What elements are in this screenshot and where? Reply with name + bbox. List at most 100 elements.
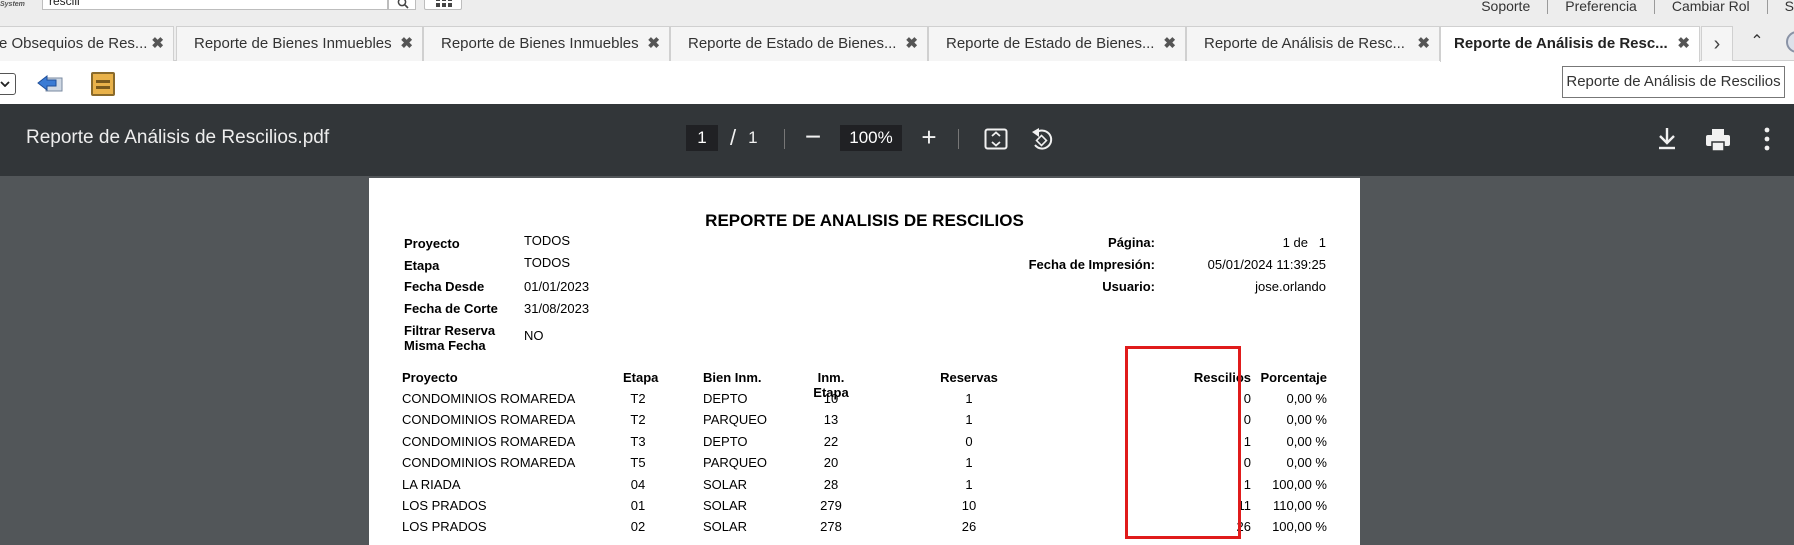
cell-proyecto: LOS PRADOS bbox=[402, 498, 487, 513]
top-links: Soporte Preferencia Cambiar Rol S bbox=[1464, 0, 1794, 14]
cell-reservas: 26 bbox=[961, 519, 977, 534]
more-options-icon[interactable] bbox=[1760, 126, 1774, 152]
tab-bar: e Obsequios de Res... ✖ Reporte de Biene… bbox=[0, 22, 1794, 62]
page-separator: / bbox=[730, 125, 737, 150]
tab-obsequios[interactable]: e Obsequios de Res... ✖ bbox=[0, 26, 174, 61]
header-label-pagina: Página: bbox=[1108, 235, 1155, 250]
user-avatar[interactable] bbox=[1786, 31, 1794, 53]
page-number-input[interactable]: 1 bbox=[686, 125, 718, 151]
cell-reservas: 1 bbox=[965, 412, 973, 427]
pdf-canvas-area[interactable]: REPORTE DE ANALISIS DE RESCILIOS Proyect… bbox=[0, 176, 1794, 545]
header-label-fecha-impresion: Fecha de Impresión: bbox=[1028, 257, 1155, 272]
tab-bienes-inmuebles-1[interactable]: Reporte de Bienes Inmuebles ✖ bbox=[176, 26, 423, 61]
tab-estado-bienes-1[interactable]: Reporte de Estado de Bienes... ✖ bbox=[670, 26, 928, 61]
grid-icon bbox=[436, 0, 452, 7]
cell-bien: PARQUEO bbox=[703, 412, 768, 427]
cell-porcentaje: 0,00 % bbox=[1286, 455, 1327, 470]
link-soporte[interactable]: Soporte bbox=[1464, 0, 1547, 14]
download-icon[interactable] bbox=[1656, 126, 1678, 152]
column-header-etapa: Etapa bbox=[623, 370, 659, 385]
column-header-porcentaje: Porcentaje bbox=[1260, 370, 1327, 385]
cell-bien: SOLAR bbox=[703, 519, 748, 534]
header-value-fecha-impresion: 05/01/2024 11:39:25 bbox=[1207, 257, 1326, 272]
search-icon bbox=[397, 0, 409, 9]
header-label-fecha-corte: Fecha de Corte bbox=[404, 301, 498, 316]
close-icon[interactable]: ✖ bbox=[1417, 27, 1430, 61]
header-value-usuario: jose.orlando bbox=[1255, 279, 1326, 294]
cell-reservas: 0 bbox=[965, 434, 973, 449]
header-value-filtrar-reserva: NO bbox=[524, 328, 544, 343]
link-preferencia[interactable]: Preferencia bbox=[1547, 0, 1654, 14]
zoom-in-button[interactable]: + bbox=[918, 122, 940, 152]
zoom-level-input[interactable]: 100% bbox=[840, 125, 902, 151]
close-icon[interactable]: ✖ bbox=[905, 27, 918, 61]
header-value-fecha-corte: 31/08/2023 bbox=[524, 301, 590, 316]
app-logo[interactable]: System bbox=[0, 0, 36, 10]
rotate-icon[interactable] bbox=[1030, 126, 1054, 152]
tab-label: Reporte de Análisis de Resc... bbox=[1454, 35, 1668, 52]
cell-inm-etapa: 13 bbox=[823, 412, 839, 427]
column-header-proyecto: Proyecto bbox=[402, 370, 458, 385]
tab-label: Reporte de Bienes Inmuebles bbox=[441, 35, 639, 52]
search-button[interactable] bbox=[388, 0, 416, 10]
tab-tooltip: Reporte de Análisis de Rescilios bbox=[1562, 66, 1785, 98]
cell-reservas: 10 bbox=[961, 498, 977, 513]
header-value-proyecto: TODOS bbox=[524, 233, 570, 248]
cell-porcentaje: 0,00 % bbox=[1286, 391, 1327, 406]
report-title: REPORTE DE ANALISIS DE RESCILIOS bbox=[705, 211, 1024, 230]
header-label-fecha-desde: Fecha Desde bbox=[404, 279, 485, 294]
chevron-down-icon bbox=[0, 81, 10, 87]
cell-porcentaje: 0,00 % bbox=[1286, 412, 1327, 427]
collapse-tabs-button[interactable]: ⌃ bbox=[1745, 30, 1769, 54]
cell-etapa: T3 bbox=[630, 434, 646, 449]
cell-reservas: 1 bbox=[965, 455, 973, 470]
tab-analisis-rescilios-active[interactable]: Reporte de Análisis de Resc... ✖ bbox=[1440, 26, 1700, 62]
tab-label: Reporte de Análisis de Resc... bbox=[1204, 35, 1405, 52]
cell-etapa: 02 bbox=[630, 519, 646, 534]
tab-bienes-inmuebles-2[interactable]: Reporte de Bienes Inmuebles ✖ bbox=[423, 26, 670, 61]
close-icon[interactable]: ✖ bbox=[1677, 27, 1690, 61]
cell-proyecto: LA RIADA bbox=[402, 477, 461, 492]
header-value-pagina: 1 de 1 bbox=[1282, 235, 1326, 250]
close-icon[interactable]: ✖ bbox=[151, 27, 164, 61]
fit-page-icon[interactable] bbox=[984, 128, 1008, 150]
cell-bien: DEPTO bbox=[703, 434, 748, 449]
tab-scroll-right-button[interactable]: › bbox=[1701, 26, 1733, 61]
search-input[interactable]: rescili bbox=[42, 0, 388, 10]
cell-bien: SOLAR bbox=[703, 498, 748, 513]
close-icon[interactable]: ✖ bbox=[1163, 27, 1176, 61]
header-value-etapa: TODOS bbox=[524, 255, 570, 270]
header-label-proyecto: Proyecto bbox=[404, 236, 460, 251]
close-icon[interactable]: ✖ bbox=[400, 27, 413, 61]
cell-porcentaje: 100,00 % bbox=[1272, 519, 1327, 534]
cell-etapa: T2 bbox=[630, 412, 646, 427]
divider bbox=[958, 129, 959, 149]
tab-estado-bienes-2[interactable]: Reporte de Estado de Bienes... ✖ bbox=[928, 26, 1186, 61]
cell-inm-etapa: 20 bbox=[823, 455, 839, 470]
link-cambiar-rol[interactable]: Cambiar Rol bbox=[1653, 0, 1767, 14]
link-overflow[interactable]: S bbox=[1766, 0, 1794, 14]
cell-proyecto: LOS PRADOS bbox=[402, 519, 487, 534]
column-header-reservas: Reservas bbox=[940, 370, 998, 385]
page-total: 1 bbox=[748, 128, 758, 147]
header-label-usuario: Usuario: bbox=[1102, 279, 1155, 294]
back-arrow-icon[interactable] bbox=[36, 74, 64, 94]
zoom-out-button[interactable]: − bbox=[802, 122, 824, 152]
close-icon[interactable]: ✖ bbox=[647, 27, 660, 61]
apps-button[interactable] bbox=[424, 0, 462, 10]
format-select[interactable] bbox=[0, 73, 16, 95]
cell-inm-etapa: 22 bbox=[823, 434, 839, 449]
cell-proyecto: CONDOMINIOS ROMAREDA bbox=[402, 412, 576, 427]
divider bbox=[784, 129, 785, 149]
tab-analisis-rescilios-1[interactable]: Reporte de Análisis de Resc... ✖ bbox=[1186, 26, 1440, 61]
cell-reservas: 1 bbox=[965, 391, 973, 406]
cell-inm-etapa: 279 bbox=[820, 498, 842, 513]
header-label-filtrar-reserva: Filtrar Reserva bbox=[404, 323, 496, 338]
cell-porcentaje: 0,00 % bbox=[1286, 434, 1327, 449]
cell-proyecto: CONDOMINIOS ROMAREDA bbox=[402, 455, 576, 470]
print-icon[interactable] bbox=[1705, 128, 1731, 152]
report-icon[interactable] bbox=[91, 72, 115, 96]
toolbar bbox=[0, 62, 1794, 104]
pdf-file-name: Reporte de Análisis de Rescilios.pdf bbox=[26, 127, 330, 148]
header-value-fecha-desde: 01/01/2023 bbox=[524, 279, 590, 294]
